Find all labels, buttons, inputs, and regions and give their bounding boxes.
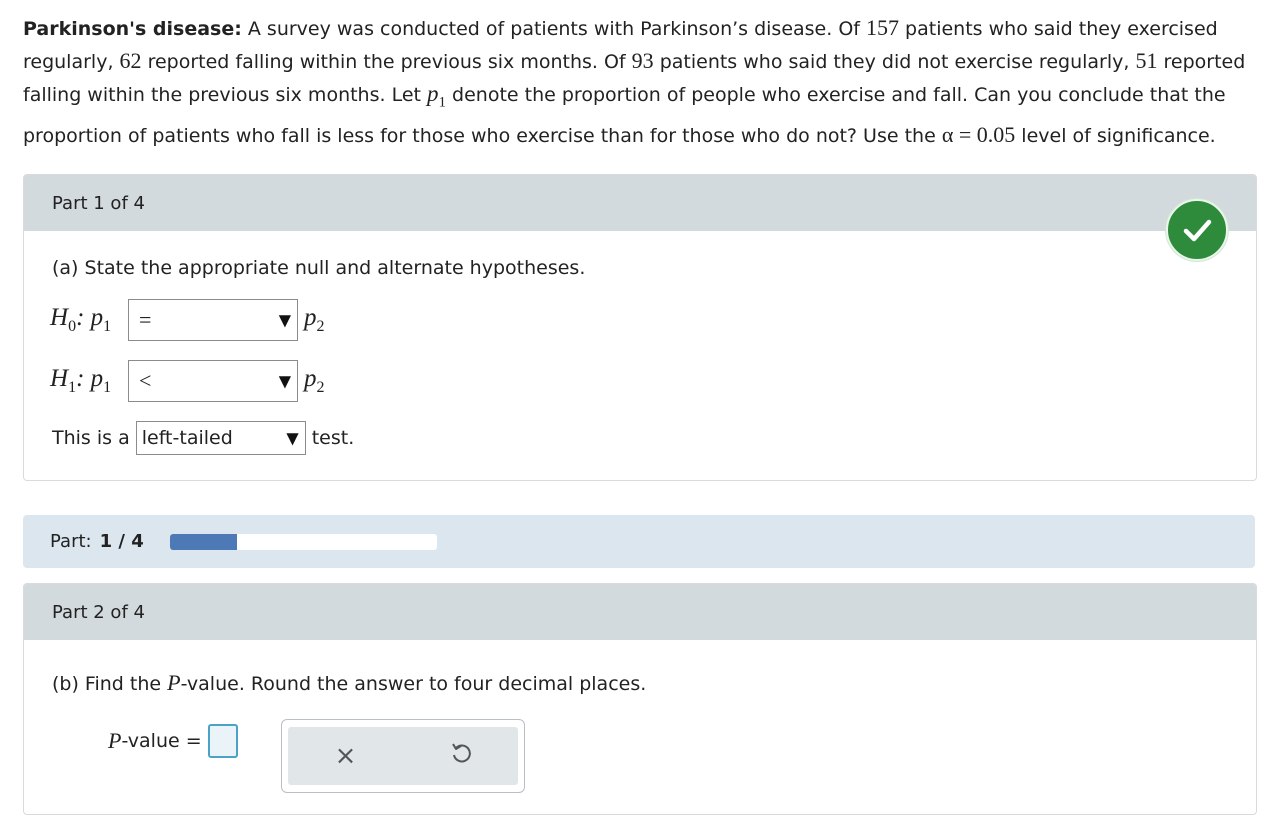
p-value-answer-row: P -value = <box>108 724 238 758</box>
h0-label: H0: p1 <box>50 304 112 335</box>
problem-text: reported falling within the previous six… <box>141 51 632 73</box>
p-value-symbol: P <box>108 728 122 753</box>
h1-relation-select[interactable]: < ▼ <box>128 360 298 402</box>
part-1-header: Part 1 of 4 <box>24 175 1256 231</box>
problem-number: 157 <box>866 15 900 40</box>
part-1-panel: Part 1 of 4 (a) State the appropriate nu… <box>23 174 1257 481</box>
part-1-title: Part 1 of 4 <box>52 192 145 214</box>
part-progress: Part: 1 / 4 <box>23 515 1255 568</box>
check-circle-icon <box>1166 199 1228 261</box>
h1-label: H1: p1 <box>50 365 112 396</box>
p-value-input[interactable] <box>207 724 238 758</box>
test-type-select[interactable]: left-tailed ▼ <box>135 421 306 455</box>
progress-track <box>169 533 437 550</box>
progress-value: 1 / 4 <box>99 531 144 552</box>
undo-button[interactable] <box>403 741 518 772</box>
answer-toolbar: × <box>281 719 525 793</box>
close-icon: × <box>334 741 357 771</box>
test-suffix: test. <box>311 427 355 449</box>
h1-p2: p2 <box>304 365 325 396</box>
chevron-down-icon: ▼ <box>286 428 299 448</box>
alpha-value: α = 0.05 <box>941 121 1016 147</box>
h0-selected-value: = <box>139 307 152 332</box>
h0-row: H0: p1 = ▼ p2 <box>50 299 325 341</box>
h1-selected-value: < <box>139 368 152 393</box>
test-type-row: This is a left-tailed ▼ test. <box>52 421 354 455</box>
progress-label: Part: <box>50 531 92 552</box>
clear-button[interactable]: × <box>288 741 403 771</box>
part-2-header: Part 2 of 4 <box>24 584 1256 640</box>
test-type-selected-value: left-tailed <box>141 427 233 449</box>
problem-text: A survey was conducted of patients with … <box>241 18 867 40</box>
part-2-question: (b) Find the P-value. Round the answer t… <box>52 670 647 695</box>
problem-number: 62 <box>119 48 142 73</box>
problem-text: level of significance. <box>1015 124 1216 147</box>
chevron-down-icon: ▼ <box>278 371 291 391</box>
problem-statement: Parkinson's disease: A survey was conduc… <box>23 12 1248 152</box>
test-prefix: This is a <box>52 427 130 449</box>
h1-row: H1: p1 < ▼ p2 <box>50 360 325 402</box>
part-1-question: (a) State the appropriate null and alter… <box>52 257 586 279</box>
chevron-down-icon: ▼ <box>278 310 291 330</box>
problem-number: 93 <box>631 48 654 73</box>
answer-toolbar-inner: × <box>288 727 518 785</box>
h0-relation-select[interactable]: = ▼ <box>128 299 298 341</box>
undo-icon <box>450 741 472 772</box>
progress-fill <box>169 533 237 550</box>
p1-symbol: p1 <box>427 81 447 111</box>
part-2-title: Part 2 of 4 <box>52 601 145 623</box>
problem-number: 51 <box>1135 48 1158 73</box>
part-2-panel: Part 2 of 4 (b) Find the P-value. Round … <box>23 583 1257 815</box>
problem-text: patients who said they did not exercise … <box>653 51 1136 73</box>
p-value-label: -value = <box>121 730 202 752</box>
h0-p2: p2 <box>304 304 325 335</box>
problem-title: Parkinson's disease: <box>23 18 242 40</box>
